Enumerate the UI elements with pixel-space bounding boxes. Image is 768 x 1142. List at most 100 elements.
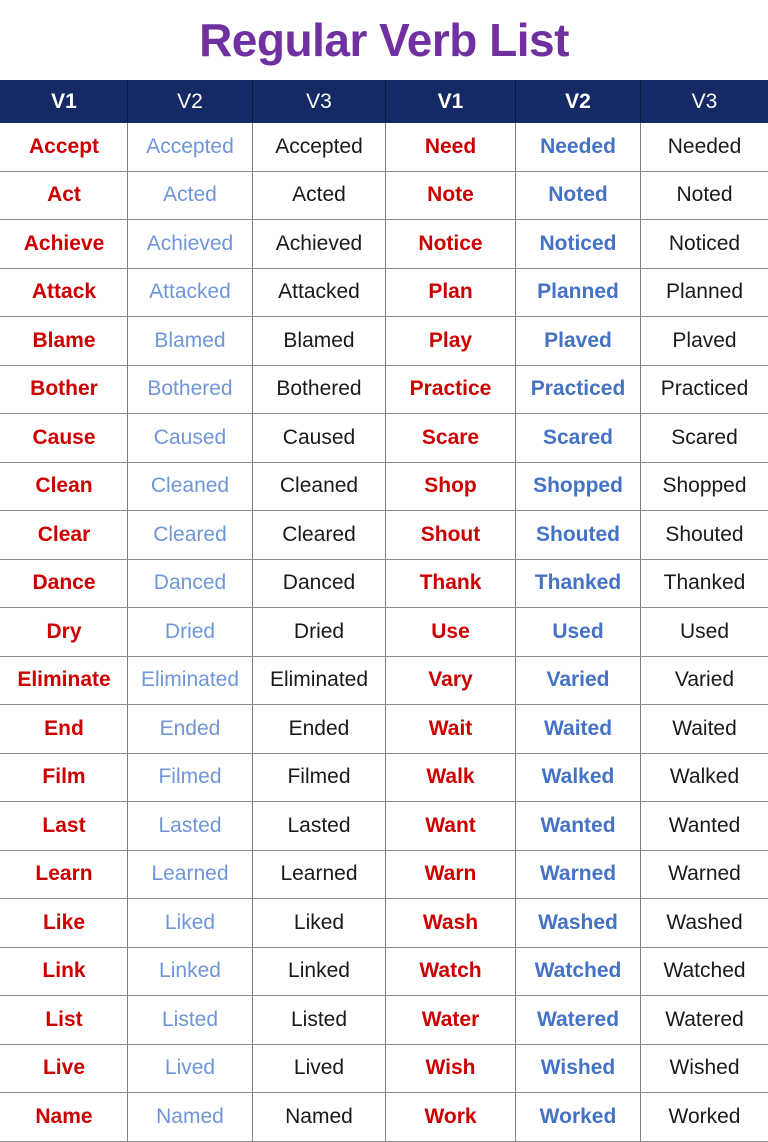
cell-text: Shouted <box>643 524 766 546</box>
cell-v3-participle-right: Used <box>641 608 768 657</box>
cell-v3-participle-right: Washed <box>641 899 768 948</box>
table-row: DryDriedDriedUseUsedUsed <box>1 608 768 657</box>
cell-text: Use <box>388 621 513 643</box>
table-row: LiveLivedLivedWishWishedWished <box>1 1044 768 1093</box>
cell-v3-participle-right: Varied <box>641 656 768 705</box>
cell-text: Walked <box>518 766 638 788</box>
cell-v1-base-right: Note <box>386 171 516 220</box>
cell-v1-base-right: Warn <box>386 850 516 899</box>
cell-v2-past-right: Used <box>516 608 641 657</box>
table-row: EliminateEliminatedEliminatedVaryVariedV… <box>1 656 768 705</box>
cell-text: Watch <box>388 960 513 982</box>
table-header: V1 V2 V3 V1 V2 V3 <box>1 81 768 123</box>
cell-text: Lived <box>130 1057 250 1079</box>
cell-text: Worked <box>518 1106 638 1128</box>
cell-text: Washed <box>518 912 638 934</box>
cell-text: Vary <box>388 669 513 691</box>
cell-v1-base-left: Link <box>1 947 128 996</box>
cell-text: Achieve <box>3 233 125 255</box>
cell-text: Washed <box>643 912 766 934</box>
cell-text: Needed <box>518 136 638 158</box>
cell-text: Watched <box>643 960 766 982</box>
cell-v2-past-right: Warned <box>516 850 641 899</box>
table-row: EndEndedEndedWaitWaitedWaited <box>1 705 768 754</box>
cell-v3-participle-right: Shopped <box>641 462 768 511</box>
cell-text: Clear <box>3 524 125 546</box>
cell-v2-past-left: Caused <box>128 414 253 463</box>
cell-text: Shopped <box>518 475 638 497</box>
cell-text: Bother <box>3 378 125 400</box>
cell-v2-past-right: Thanked <box>516 559 641 608</box>
cell-v3-participle-right: Watched <box>641 947 768 996</box>
cell-text: Cleared <box>255 524 383 546</box>
cell-v1-base-right: Want <box>386 802 516 851</box>
cell-v3-participle-left: Bothered <box>253 365 386 414</box>
cell-v3-participle-right: Plaved <box>641 317 768 366</box>
table-row: ClearClearedClearedShoutShoutedShouted <box>1 511 768 560</box>
cell-text: End <box>3 718 125 740</box>
cell-text: Acted <box>255 184 383 206</box>
cell-v3-participle-left: Lasted <box>253 802 386 851</box>
table-row: LinkLinkedLinkedWatchWatchedWatched <box>1 947 768 996</box>
cell-v2-past-right: Varied <box>516 656 641 705</box>
cell-v3-participle-left: Accepted <box>253 123 386 172</box>
cell-text: Lasted <box>255 815 383 837</box>
cell-text: Thanked <box>643 572 766 594</box>
cell-text: Accepted <box>255 136 383 158</box>
cell-v1-base-right: Work <box>386 1093 516 1142</box>
cell-v2-past-left: Cleared <box>128 511 253 560</box>
cell-text: Liked <box>255 912 383 934</box>
cell-v3-participle-left: Ended <box>253 705 386 754</box>
cell-v1-base-right: Wait <box>386 705 516 754</box>
cell-v2-past-left: Accepted <box>128 123 253 172</box>
cell-text: Learned <box>255 863 383 885</box>
cell-v3-participle-left: Dried <box>253 608 386 657</box>
cell-v2-past-left: Attacked <box>128 268 253 317</box>
column-header-v1-right: V1 <box>386 81 516 123</box>
cell-text: Shouted <box>518 524 638 546</box>
cell-v2-past-left: Cleaned <box>128 462 253 511</box>
cell-text: Lasted <box>130 815 250 837</box>
cell-text: Noted <box>518 184 638 206</box>
cell-text: Lived <box>255 1057 383 1079</box>
cell-v3-participle-right: Shouted <box>641 511 768 560</box>
cell-text: Wished <box>518 1057 638 1079</box>
cell-v1-base-left: List <box>1 996 128 1045</box>
table-row: CleanCleanedCleanedShopShoppedShopped <box>1 462 768 511</box>
cell-text: Noticed <box>643 233 766 255</box>
cell-v3-participle-left: Eliminated <box>253 656 386 705</box>
cell-text: Bothered <box>255 378 383 400</box>
column-header-v2-right: V2 <box>516 81 641 123</box>
cell-v1-base-left: Achieve <box>1 220 128 269</box>
cell-v2-past-left: Lasted <box>128 802 253 851</box>
cell-text: Walked <box>643 766 766 788</box>
table-row: LearnLearnedLearnedWarnWarnedWarned <box>1 850 768 899</box>
cell-text: Dance <box>3 572 125 594</box>
cell-v2-past-left: Liked <box>128 899 253 948</box>
cell-v3-participle-right: Warned <box>641 850 768 899</box>
cell-v2-past-right: Wished <box>516 1044 641 1093</box>
cell-text: Bothered <box>130 378 250 400</box>
cell-text: Scared <box>518 427 638 449</box>
cell-text: Scare <box>388 427 513 449</box>
cell-v2-past-right: Practiced <box>516 365 641 414</box>
cell-v2-past-right: Shopped <box>516 462 641 511</box>
cell-v2-past-right: Walked <box>516 753 641 802</box>
cell-v3-participle-right: Waited <box>641 705 768 754</box>
cell-v2-past-left: Blamed <box>128 317 253 366</box>
cell-text: Shopped <box>643 475 766 497</box>
table-row: AttackAttackedAttackedPlanPlannedPlanned <box>1 268 768 317</box>
cell-text: Work <box>388 1106 513 1128</box>
cell-text: Dry <box>3 621 125 643</box>
column-header-v1-left: V1 <box>1 81 128 123</box>
cell-v2-past-left: Dried <box>128 608 253 657</box>
cell-text: Blame <box>3 330 125 352</box>
cell-text: Link <box>3 960 125 982</box>
cell-text: Water <box>388 1009 513 1031</box>
cell-text: Listed <box>255 1009 383 1031</box>
cell-text: Varied <box>643 669 766 691</box>
cell-v3-participle-right: Planned <box>641 268 768 317</box>
cell-text: Waited <box>518 718 638 740</box>
cell-v2-past-left: Danced <box>128 559 253 608</box>
cell-text: Wish <box>388 1057 513 1079</box>
